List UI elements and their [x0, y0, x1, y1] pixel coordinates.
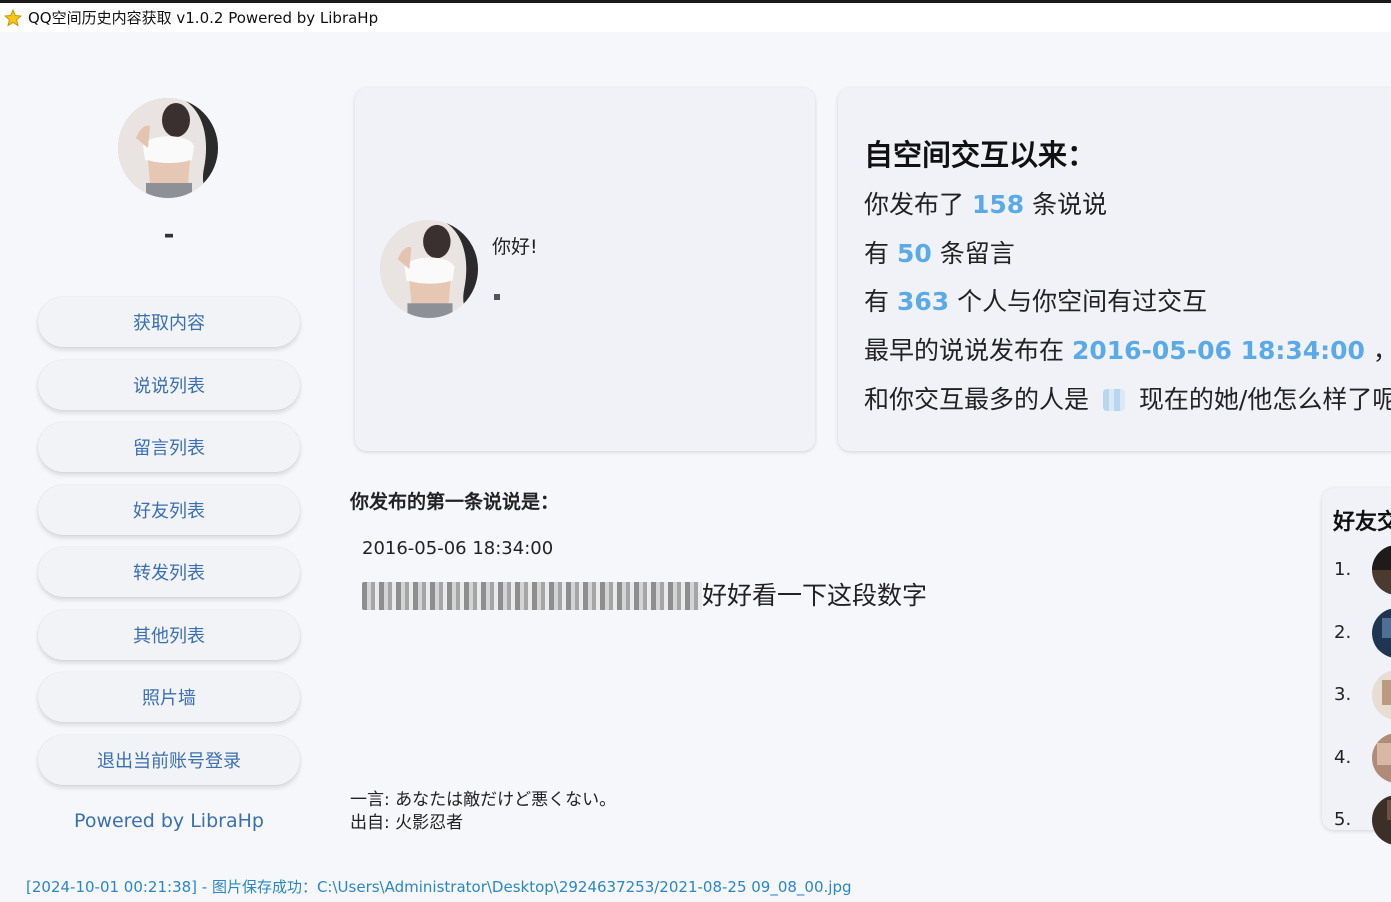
friend-rank: 1.: [1334, 559, 1352, 580]
friend-rank: 3.: [1334, 684, 1352, 705]
nickname: -: [163, 220, 175, 250]
avatar: [118, 98, 218, 198]
photo-wall-button[interactable]: 照片墙: [38, 672, 300, 722]
others-list-button[interactable]: 其他列表: [38, 610, 300, 660]
list-item[interactable]: 1.: [1334, 545, 1391, 595]
censored-friend-avatar: [1102, 389, 1125, 411]
friend-rank: 2.: [1334, 622, 1352, 643]
earliest-date: 2016-05-06 18:34:00: [1071, 336, 1365, 365]
first-post-date: 2016-05-06 18:34:00: [362, 538, 554, 559]
list-item[interactable]: 2.: [1334, 608, 1391, 658]
window-title: QQ空间历史内容获取 v1.0.2 Powered by LibraHp: [28, 9, 379, 27]
quote: 一言: あなたは敵だけど悪くない。 出自: 火影忍者: [350, 789, 616, 835]
friend-rank: 5.: [1334, 809, 1352, 830]
list-item[interactable]: 4.: [1334, 733, 1391, 783]
stat-posts: 你发布了 158 条说说: [864, 190, 1108, 219]
logout-button[interactable]: 退出当前账号登录: [38, 735, 300, 785]
stat-top-friend: 和你交互最多的人是 现在的她/他怎么样了呢: [864, 385, 1391, 414]
messages-list-button[interactable]: 留言列表: [38, 422, 300, 472]
friends-list-button[interactable]: 好友列表: [38, 485, 300, 535]
sidebar: - 获取内容 说说列表 留言列表 好友列表 转发列表 其他列表 照片墙 退出当前…: [0, 32, 340, 862]
list-item[interactable]: 5.: [1334, 795, 1391, 845]
friends-ranking-card: 好友交 1. 2. 3. 4. 5.: [1322, 488, 1391, 845]
people-count: 363: [896, 287, 950, 316]
greeting-card: 你好!: [355, 88, 815, 451]
title-bar: QQ空间历史内容获取 v1.0.2 Powered by LibraHp: [0, 0, 1391, 32]
friend-avatar: [1372, 545, 1391, 595]
forwards-list-button[interactable]: 转发列表: [38, 547, 300, 597]
status-log: [2024-10-01 00:21:38] - 图片保存成功：C:\Users\…: [26, 878, 852, 896]
friend-avatar: [1372, 733, 1391, 783]
powered-by-link[interactable]: Powered by LibraHp: [0, 810, 338, 832]
stats-heading: 自空间交互以来：: [864, 138, 1097, 172]
greeting-text: 你好!: [492, 236, 538, 258]
friend-avatar: [1372, 670, 1391, 720]
friends-ranking-title: 好友交: [1333, 510, 1391, 535]
stat-messages: 有 50 条留言: [864, 239, 1015, 268]
posts-list-button[interactable]: 说说列表: [38, 360, 300, 410]
friend-rank: 4.: [1334, 747, 1352, 768]
first-post-content: 好好看一下这段数字: [362, 576, 927, 612]
list-item[interactable]: 3.: [1334, 670, 1391, 720]
stat-earliest: 最早的说说发布在 2016-05-06 18:34:00 ， 那: [864, 336, 1391, 365]
quote-text: 一言: あなたは敵だけど悪くない。: [350, 790, 617, 810]
censored-name: [494, 294, 500, 300]
posts-count: 158: [971, 190, 1025, 219]
stats-card: 自空间交互以来： 你发布了 158 条说说 有 50 条留言 有 363 个人与…: [838, 88, 1391, 451]
first-post-label: 你发布的第一条说说是：: [350, 491, 560, 513]
avatar: [380, 220, 478, 318]
friend-avatar: [1372, 795, 1391, 845]
get-content-button[interactable]: 获取内容: [38, 297, 300, 347]
censored-digits: [362, 582, 702, 610]
star-icon: [2, 7, 24, 29]
friend-avatar: [1372, 608, 1391, 658]
quote-source: 出自: 火影忍者: [350, 813, 464, 833]
messages-count: 50: [896, 239, 932, 268]
stat-people: 有 363 个人与你空间有过交互: [864, 287, 1208, 316]
